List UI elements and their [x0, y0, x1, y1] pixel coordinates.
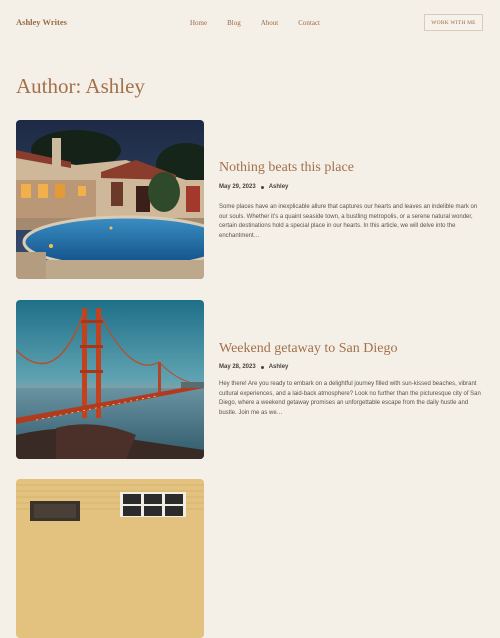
post-author[interactable]: Ashley: [269, 184, 289, 190]
post-excerpt: Some places have an inexplicable allure …: [219, 204, 478, 239]
post-title[interactable]: Nothing beats this place: [219, 160, 354, 176]
post-date: May 28, 2023: [219, 364, 256, 370]
post-card: Nothing beats this place May 29, 2023 As…: [16, 120, 486, 279]
post-card: Weekend getaway to San Diego May 28, 202…: [16, 300, 486, 459]
nav-contact[interactable]: Contact: [298, 19, 320, 27]
site-header: Ashley Writes Home Blog About Contact WO…: [0, 0, 500, 46]
post-thumbnail-brick-wall[interactable]: [16, 479, 204, 638]
post-author[interactable]: Ashley: [269, 364, 289, 370]
page-title: Author: Ashley: [16, 74, 145, 98]
site-logo[interactable]: Ashley Writes: [16, 17, 67, 27]
separator-dot: [260, 365, 264, 369]
nav-blog[interactable]: Blog: [227, 19, 241, 27]
post-card: [16, 479, 486, 638]
post-excerpt: Hey there! Are you ready to embark on a …: [219, 381, 481, 416]
post-thumbnail-villa[interactable]: [16, 120, 204, 279]
post-thumbnail-bridge[interactable]: [16, 300, 204, 459]
separator-dot: [260, 185, 264, 189]
nav-home[interactable]: Home: [190, 19, 207, 27]
post-meta: May 29, 2023 Ashley: [219, 184, 288, 190]
nav-about[interactable]: About: [261, 19, 279, 27]
post-title[interactable]: Weekend getaway to San Diego: [219, 341, 397, 357]
post-date: May 29, 2023: [219, 184, 256, 190]
post-meta: May 28, 2023 Ashley: [219, 364, 288, 370]
main-nav: Home Blog About Contact: [190, 19, 320, 27]
work-with-me-button[interactable]: WORK WITH ME: [424, 14, 483, 31]
